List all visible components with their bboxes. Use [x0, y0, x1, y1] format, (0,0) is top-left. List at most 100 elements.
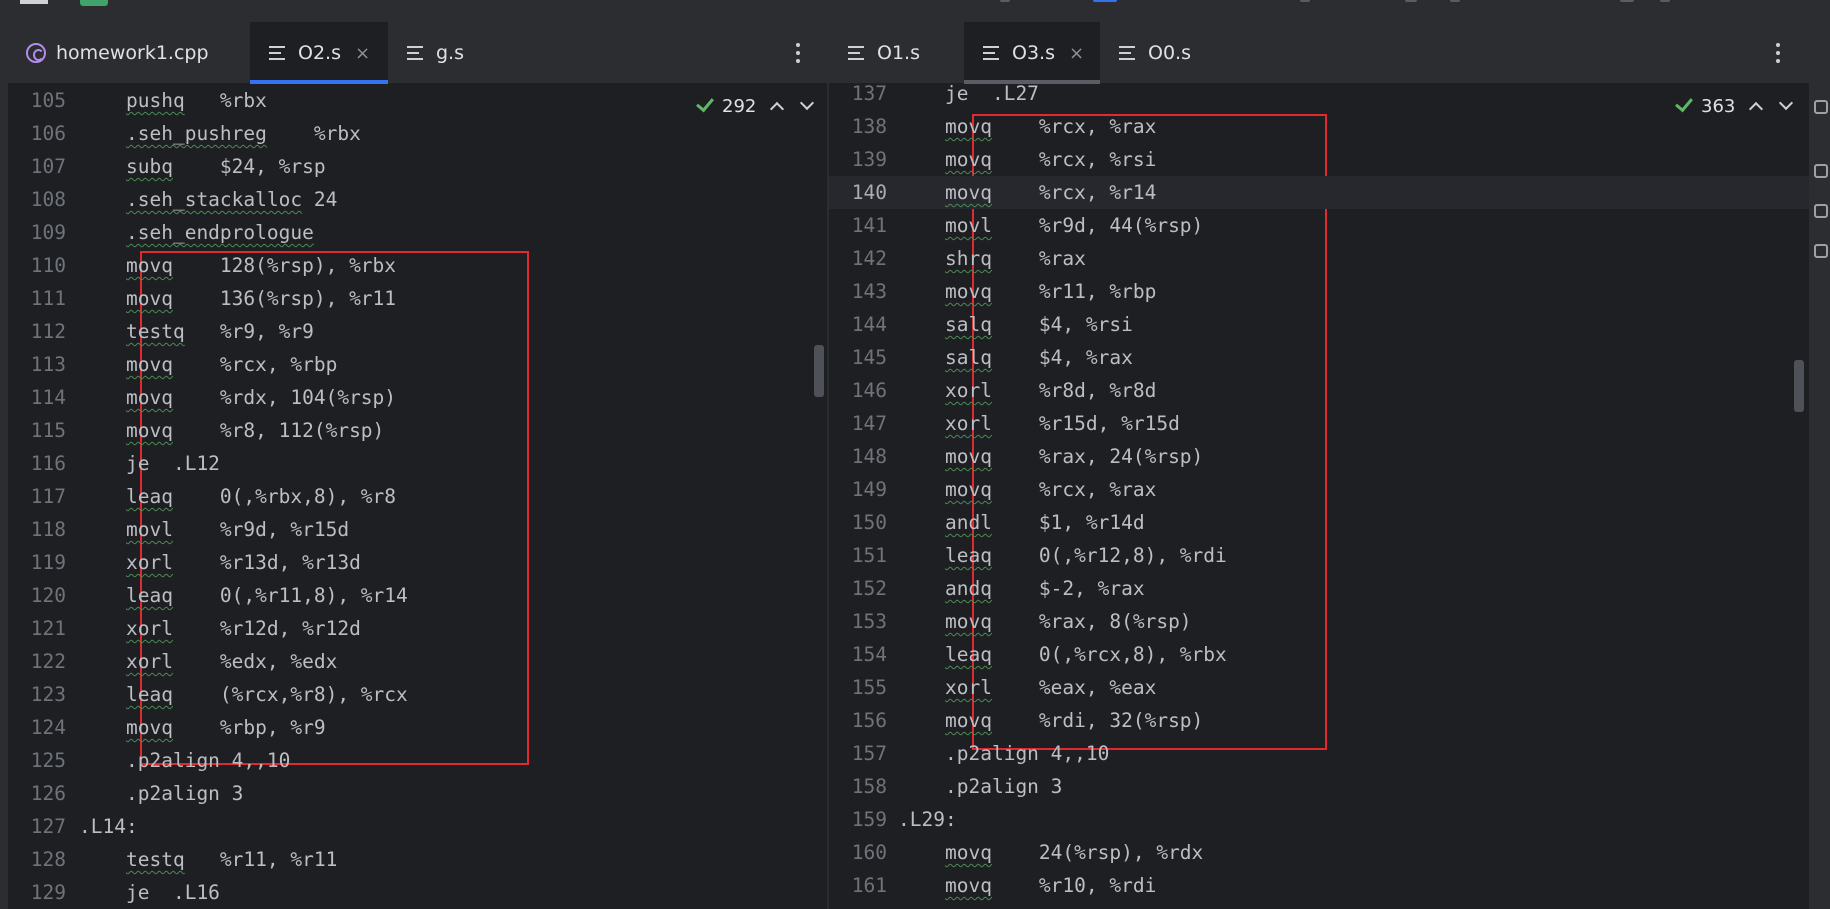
code-line[interactable]: 109 .seh_endprologue: [8, 216, 828, 249]
code-line[interactable]: 146 xorl %r8d, %r8d: [829, 374, 1809, 407]
code-line[interactable]: 148 movq %rax, 24(%rsp): [829, 440, 1809, 473]
line-number[interactable]: 129: [8, 876, 66, 909]
close-tab-icon[interactable]: ×: [1069, 43, 1084, 64]
line-number[interactable]: 153: [829, 605, 887, 638]
line-number[interactable]: 149: [829, 473, 887, 506]
code-line[interactable]: 138 movq %rcx, %rax: [829, 110, 1809, 143]
code-line[interactable]: 149 movq %rcx, %rax: [829, 473, 1809, 506]
code-line[interactable]: 156 movq %rdi, 32(%rsp): [829, 704, 1809, 737]
line-number[interactable]: 159: [829, 803, 887, 836]
code-line[interactable]: 161 movq %r10, %rdi: [829, 869, 1809, 902]
code-line[interactable]: 126 .p2align 3: [8, 777, 828, 810]
search-icon[interactable]: [1620, 0, 1634, 2]
code-line[interactable]: 125 .p2align 4,,10: [8, 744, 828, 777]
code-line[interactable]: 145 salq $4, %rax: [829, 341, 1809, 374]
line-number[interactable]: 121: [8, 612, 66, 645]
line-number[interactable]: 140: [829, 176, 887, 209]
line-number[interactable]: 148: [829, 440, 887, 473]
code-line[interactable]: 124 movq %rbp, %r9: [8, 711, 828, 744]
code-line[interactable]: 139 movq %rcx, %rsi: [829, 143, 1809, 176]
code-line[interactable]: 129 je .L16: [8, 876, 828, 909]
main-menu-icon[interactable]: [20, 0, 48, 4]
settings-icon[interactable]: [1660, 0, 1670, 2]
line-number[interactable]: 142: [829, 242, 887, 275]
tab-options-menu-icon[interactable]: [790, 40, 806, 66]
code-editor-left[interactable]: 292 105 pushq %rbx 106 .seh_pushreg %rbx 107…: [8, 85, 828, 909]
tab-g-s[interactable]: g.s: [388, 22, 498, 84]
code-line[interactable]: 154 leaq 0(,%rcx,8), %rbx: [829, 638, 1809, 671]
line-number[interactable]: 157: [829, 737, 887, 770]
code-line[interactable]: 116 je .L12: [8, 447, 828, 480]
tab-options-menu-icon[interactable]: [1770, 40, 1786, 66]
code-line[interactable]: 127 .L14:: [8, 810, 828, 843]
code-line[interactable]: 143 movq %r11, %rbp: [829, 275, 1809, 308]
database-icon[interactable]: [1814, 204, 1828, 218]
line-number[interactable]: 156: [829, 704, 887, 737]
code-line[interactable]: 158 .p2align 3: [829, 770, 1809, 803]
line-number[interactable]: 110: [8, 249, 66, 282]
line-number[interactable]: 128: [8, 843, 66, 876]
code-line[interactable]: 119 xorl %r13d, %r13d: [8, 546, 828, 579]
code-line[interactable]: 108 .seh_stackalloc 24: [8, 183, 828, 216]
code-line[interactable]: 155 xorl %eax, %eax: [829, 671, 1809, 704]
code-line[interactable]: 123 leaq (%rcx,%r8), %rcx: [8, 678, 828, 711]
code-line[interactable]: 150 andl $1, %r14d: [829, 506, 1809, 539]
code-line[interactable]: 153 movq %rax, 8(%rsp): [829, 605, 1809, 638]
tab-o2-s[interactable]: O2.s ×: [250, 22, 388, 84]
code-line[interactable]: 106 .seh_pushreg %rbx: [8, 117, 828, 150]
tab-o3-s[interactable]: O3.s ×: [964, 22, 1100, 84]
code-line[interactable]: 159 .L29:: [829, 803, 1809, 836]
line-number[interactable]: 160: [829, 836, 887, 869]
line-number[interactable]: 145: [829, 341, 887, 374]
toolbar-icon[interactable]: [1450, 0, 1460, 2]
code-line[interactable]: 115 movq %r8, 112(%rsp): [8, 414, 828, 447]
line-number[interactable]: 139: [829, 143, 887, 176]
line-number[interactable]: 115: [8, 414, 66, 447]
code-line[interactable]: 144 salq $4, %rsi: [829, 308, 1809, 341]
line-number[interactable]: 158: [829, 770, 887, 803]
line-number[interactable]: 141: [829, 209, 887, 242]
close-tab-icon[interactable]: ×: [355, 43, 370, 64]
code-line[interactable]: 113 movq %rcx, %rbp: [8, 348, 828, 381]
line-number[interactable]: 151: [829, 539, 887, 572]
code-line[interactable]: 105 pushq %rbx: [8, 85, 828, 117]
line-number[interactable]: 105: [8, 85, 66, 117]
line-number[interactable]: 113: [8, 348, 66, 381]
code-line[interactable]: 107 subq $24, %rsp: [8, 150, 828, 183]
line-number[interactable]: 122: [8, 645, 66, 678]
code-line[interactable]: 122 xorl %edx, %edx: [8, 645, 828, 678]
line-number[interactable]: 107: [8, 150, 66, 183]
line-number[interactable]: 109: [8, 216, 66, 249]
code-line[interactable]: 112 testq %r9, %r9: [8, 315, 828, 348]
code-line[interactable]: 157 .p2align 4,,10: [829, 737, 1809, 770]
toolbar-icon[interactable]: [1000, 0, 1010, 2]
line-number[interactable]: 111: [8, 282, 66, 315]
line-number[interactable]: 147: [829, 407, 887, 440]
line-number[interactable]: 138: [829, 110, 887, 143]
code-line[interactable]: 151 leaq 0(,%r12,8), %rdi: [829, 539, 1809, 572]
code-line[interactable]: 117 leaq 0(,%rbx,8), %r8: [8, 480, 828, 513]
line-number[interactable]: 124: [8, 711, 66, 744]
line-number[interactable]: 144: [829, 308, 887, 341]
line-number[interactable]: 119: [8, 546, 66, 579]
line-number[interactable]: 126: [8, 777, 66, 810]
code-line[interactable]: 121 xorl %r12d, %r12d: [8, 612, 828, 645]
line-number[interactable]: 150: [829, 506, 887, 539]
line-number[interactable]: 154: [829, 638, 887, 671]
code-line[interactable]: 160 movq 24(%rsp), %rdx: [829, 836, 1809, 869]
code-line[interactable]: 147 xorl %r15d, %r15d: [829, 407, 1809, 440]
line-number[interactable]: 161: [829, 869, 887, 902]
code-line[interactable]: 152 andq $-2, %rax: [829, 572, 1809, 605]
line-number[interactable]: 146: [829, 374, 887, 407]
code-line[interactable]: 110 movq 128(%rsp), %rbx: [8, 249, 828, 282]
code-line[interactable]: 118 movl %r9d, %r15d: [8, 513, 828, 546]
line-number[interactable]: 116: [8, 447, 66, 480]
code-line[interactable]: 111 movq 136(%rsp), %r11: [8, 282, 828, 315]
code-line[interactable]: 141 movl %r9d, 44(%rsp): [829, 209, 1809, 242]
tab-homework1-cpp[interactable]: homework1.cpp: [8, 22, 250, 84]
line-number[interactable]: 117: [8, 480, 66, 513]
code-editor-right[interactable]: 363 137 je .L27 138 movq %rcx, %rax 139 movq …: [829, 85, 1809, 909]
project-icon[interactable]: [80, 0, 108, 6]
toolbar-icon[interactable]: [1300, 0, 1310, 2]
tab-o0-s[interactable]: O0.s: [1100, 22, 1220, 84]
